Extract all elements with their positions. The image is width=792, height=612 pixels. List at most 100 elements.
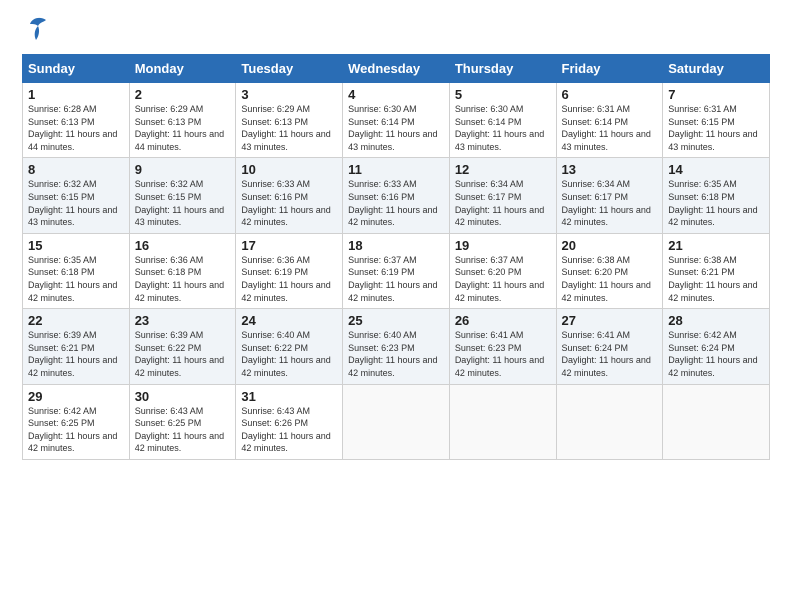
calendar-cell: 29Sunrise: 6:42 AMSunset: 6:25 PMDayligh… (23, 384, 130, 459)
day-info: Sunrise: 6:38 AMSunset: 6:21 PMDaylight:… (668, 255, 757, 303)
col-header-saturday: Saturday (663, 55, 770, 83)
day-info: Sunrise: 6:35 AMSunset: 6:18 PMDaylight:… (668, 179, 757, 227)
calendar-cell: 2 Sunrise: 6:29 AMSunset: 6:13 PMDaylight… (129, 83, 236, 158)
calendar-cell: 14 Sunrise: 6:35 AMSunset: 6:18 PMDayligh… (663, 158, 770, 233)
calendar-cell: 4 Sunrise: 6:30 AMSunset: 6:14 PMDaylight… (343, 83, 450, 158)
day-info: Sunrise: 6:28 AMSunset: 6:13 PMDaylight:… (28, 104, 117, 152)
calendar-cell: 17 Sunrise: 6:36 AMSunset: 6:19 PMDayligh… (236, 233, 343, 308)
day-info: Sunrise: 6:43 AMSunset: 6:25 PMDaylight:… (135, 406, 224, 454)
day-info: Sunrise: 6:33 AMSunset: 6:16 PMDaylight:… (348, 179, 437, 227)
calendar-cell: 16 Sunrise: 6:36 AMSunset: 6:18 PMDayligh… (129, 233, 236, 308)
calendar-cell: 26Sunrise: 6:41 AMSunset: 6:23 PMDayligh… (449, 309, 556, 384)
col-header-thursday: Thursday (449, 55, 556, 83)
day-number: 13 (562, 162, 658, 177)
day-number: 15 (28, 238, 124, 253)
calendar-cell (343, 384, 450, 459)
calendar-cell: 3 Sunrise: 6:29 AMSunset: 6:13 PMDaylight… (236, 83, 343, 158)
calendar-cell (449, 384, 556, 459)
calendar-cell: 13Sunrise: 6:34 AMSunset: 6:17 PMDayligh… (556, 158, 663, 233)
calendar-cell: 21 Sunrise: 6:38 AMSunset: 6:21 PMDayligh… (663, 233, 770, 308)
day-info: Sunrise: 6:37 AMSunset: 6:20 PMDaylight:… (455, 255, 544, 303)
day-info: Sunrise: 6:39 AMSunset: 6:21 PMDaylight:… (28, 330, 117, 378)
calendar-cell: 15 Sunrise: 6:35 AMSunset: 6:18 PMDayligh… (23, 233, 130, 308)
calendar-cell: 18Sunrise: 6:37 AMSunset: 6:19 PMDayligh… (343, 233, 450, 308)
day-number: 22 (28, 313, 124, 328)
calendar-cell: 31 Sunrise: 6:43 AMSunset: 6:26 PMDayligh… (236, 384, 343, 459)
logo (22, 18, 48, 44)
calendar-cell: 28 Sunrise: 6:42 AMSunset: 6:24 PMDayligh… (663, 309, 770, 384)
day-number: 9 (135, 162, 231, 177)
col-header-friday: Friday (556, 55, 663, 83)
day-number: 4 (348, 87, 444, 102)
calendar-cell: 9 Sunrise: 6:32 AMSunset: 6:15 PMDaylight… (129, 158, 236, 233)
page: SundayMondayTuesdayWednesdayThursdayFrid… (0, 0, 792, 612)
calendar-cell: 23 Sunrise: 6:39 AMSunset: 6:22 PMDayligh… (129, 309, 236, 384)
day-number: 6 (562, 87, 658, 102)
day-info: Sunrise: 6:43 AMSunset: 6:26 PMDaylight:… (241, 406, 330, 454)
day-info: Sunrise: 6:38 AMSunset: 6:20 PMDaylight:… (562, 255, 651, 303)
col-header-tuesday: Tuesday (236, 55, 343, 83)
day-number: 31 (241, 389, 337, 404)
day-number: 20 (562, 238, 658, 253)
day-info: Sunrise: 6:29 AMSunset: 6:13 PMDaylight:… (135, 104, 224, 152)
calendar-cell: 30 Sunrise: 6:43 AMSunset: 6:25 PMDayligh… (129, 384, 236, 459)
day-number: 24 (241, 313, 337, 328)
day-number: 19 (455, 238, 551, 253)
day-number: 12 (455, 162, 551, 177)
calendar-cell: 20 Sunrise: 6:38 AMSunset: 6:20 PMDayligh… (556, 233, 663, 308)
calendar-cell: 22 Sunrise: 6:39 AMSunset: 6:21 PMDayligh… (23, 309, 130, 384)
day-number: 1 (28, 87, 124, 102)
day-info: Sunrise: 6:31 AMSunset: 6:15 PMDaylight:… (668, 104, 757, 152)
day-info: Sunrise: 6:41 AMSunset: 6:24 PMDaylight:… (562, 330, 651, 378)
col-header-wednesday: Wednesday (343, 55, 450, 83)
day-info: Sunrise: 6:40 AMSunset: 6:22 PMDaylight:… (241, 330, 330, 378)
day-number: 25 (348, 313, 444, 328)
day-number: 17 (241, 238, 337, 253)
calendar-cell: 5 Sunrise: 6:30 AMSunset: 6:14 PMDaylight… (449, 83, 556, 158)
day-info: Sunrise: 6:30 AMSunset: 6:14 PMDaylight:… (348, 104, 437, 152)
day-number: 21 (668, 238, 764, 253)
day-number: 7 (668, 87, 764, 102)
day-number: 18 (348, 238, 444, 253)
day-number: 23 (135, 313, 231, 328)
day-info: Sunrise: 6:35 AMSunset: 6:18 PMDaylight:… (28, 255, 117, 303)
day-number: 27 (562, 313, 658, 328)
day-info: Sunrise: 6:32 AMSunset: 6:15 PMDaylight:… (135, 179, 224, 227)
calendar-cell: 25Sunrise: 6:40 AMSunset: 6:23 PMDayligh… (343, 309, 450, 384)
col-header-sunday: Sunday (23, 55, 130, 83)
day-number: 11 (348, 162, 444, 177)
calendar-cell (556, 384, 663, 459)
day-number: 28 (668, 313, 764, 328)
day-info: Sunrise: 6:33 AMSunset: 6:16 PMDaylight:… (241, 179, 330, 227)
calendar-cell (663, 384, 770, 459)
day-number: 16 (135, 238, 231, 253)
day-number: 14 (668, 162, 764, 177)
day-info: Sunrise: 6:42 AMSunset: 6:24 PMDaylight:… (668, 330, 757, 378)
calendar-cell: 27 Sunrise: 6:41 AMSunset: 6:24 PMDayligh… (556, 309, 663, 384)
day-number: 5 (455, 87, 551, 102)
day-number: 3 (241, 87, 337, 102)
calendar-cell: 24 Sunrise: 6:40 AMSunset: 6:22 PMDayligh… (236, 309, 343, 384)
calendar-cell: 12 Sunrise: 6:34 AMSunset: 6:17 PMDayligh… (449, 158, 556, 233)
day-info: Sunrise: 6:36 AMSunset: 6:18 PMDaylight:… (135, 255, 224, 303)
day-number: 30 (135, 389, 231, 404)
day-info: Sunrise: 6:29 AMSunset: 6:13 PMDaylight:… (241, 104, 330, 152)
day-info: Sunrise: 6:32 AMSunset: 6:15 PMDaylight:… (28, 179, 117, 227)
day-info: Sunrise: 6:39 AMSunset: 6:22 PMDaylight:… (135, 330, 224, 378)
logo-bird-icon (26, 14, 48, 44)
day-info: Sunrise: 6:30 AMSunset: 6:14 PMDaylight:… (455, 104, 544, 152)
day-number: 2 (135, 87, 231, 102)
calendar-cell: 19 Sunrise: 6:37 AMSunset: 6:20 PMDayligh… (449, 233, 556, 308)
header (22, 18, 770, 44)
col-header-monday: Monday (129, 55, 236, 83)
day-number: 10 (241, 162, 337, 177)
day-number: 8 (28, 162, 124, 177)
calendar-cell: 6Sunrise: 6:31 AMSunset: 6:14 PMDaylight… (556, 83, 663, 158)
day-number: 29 (28, 389, 124, 404)
day-info: Sunrise: 6:36 AMSunset: 6:19 PMDaylight:… (241, 255, 330, 303)
day-number: 26 (455, 313, 551, 328)
day-info: Sunrise: 6:34 AMSunset: 6:17 PMDaylight:… (455, 179, 544, 227)
calendar-cell: 1 Sunrise: 6:28 AMSunset: 6:13 PMDaylight… (23, 83, 130, 158)
calendar-table: SundayMondayTuesdayWednesdayThursdayFrid… (22, 54, 770, 460)
calendar-cell: 7 Sunrise: 6:31 AMSunset: 6:15 PMDaylight… (663, 83, 770, 158)
